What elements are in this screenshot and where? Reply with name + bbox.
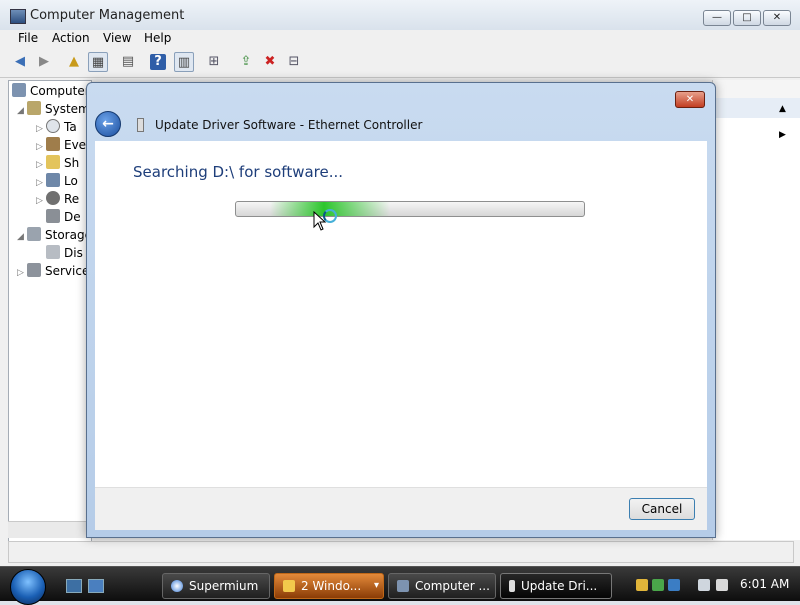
storage-icon [27, 227, 41, 241]
clock[interactable]: 6:01 AM [740, 577, 789, 591]
cancel-button[interactable]: Cancel [629, 498, 695, 520]
actions-pane-header [713, 80, 800, 99]
chevron-down-icon: ▾ [373, 580, 379, 591]
disable-device-icon[interactable]: ✖ [260, 52, 280, 72]
console-tree: Computer ◢ System ▷ Ta ▷ Eve ▷ Sh ▷ Lo ▷ Re De… [8, 80, 92, 542]
collapse-icon[interactable]: ◢ [17, 106, 27, 116]
update-driver-icon[interactable]: ⇪ [236, 52, 256, 72]
dialog-close-button[interactable]: ✕ [675, 91, 705, 108]
services-icon [27, 263, 41, 277]
maximize-button[interactable]: □ [733, 10, 761, 26]
tree-item-disk-management[interactable]: Dis [46, 245, 83, 260]
up-folder-icon[interactable]: ▲ [64, 52, 84, 72]
expand-icon[interactable]: ▷ [36, 178, 46, 188]
scan-hardware-icon[interactable]: ⊞ [204, 52, 224, 72]
expand-icon[interactable]: ▷ [36, 160, 46, 170]
dialog-body: Searching D:\ for software... [95, 141, 707, 487]
show-hide-action-pane-icon[interactable]: ▥ [174, 52, 194, 72]
collapse-icon[interactable]: ◢ [17, 232, 27, 242]
toolbar: ◀ ▶ ▲ ▦ ▤ ? ▥ ⊞ ⇪ ✖ ⊟ [0, 49, 800, 78]
back-arrow-icon[interactable]: ◀ [10, 52, 30, 72]
sync-icon[interactable] [652, 579, 664, 591]
tree-item-storage[interactable]: ◢ Storage [17, 227, 91, 242]
expand-icon[interactable]: ▷ [36, 124, 46, 134]
tree-item-reliability[interactable]: ▷ Re [36, 191, 79, 206]
close-button[interactable]: ✕ [763, 10, 791, 26]
actions-pane: ▲ ▶ [712, 80, 800, 540]
shared-folder-icon [46, 155, 60, 169]
minimize-button[interactable]: — [703, 10, 731, 26]
performance-icon [46, 191, 60, 205]
window-title: Computer Management [30, 8, 185, 23]
folder-icon [283, 580, 295, 592]
security-shield-icon[interactable] [636, 579, 648, 591]
back-button[interactable]: ← [95, 111, 121, 137]
menu-help[interactable]: Help [144, 31, 171, 45]
taskbar-button-windows-group[interactable]: 2 Windo... ▾ [274, 573, 384, 599]
users-icon [46, 173, 60, 187]
tree-item-shared-folders[interactable]: ▷ Sh [36, 155, 79, 170]
computer-management-icon [10, 9, 26, 24]
taskbar: Supermium 2 Windo... ▾ Computer ... Upda… [0, 566, 800, 605]
actions-pane-selected-row[interactable] [713, 98, 800, 118]
show-desktop-icon[interactable] [66, 579, 82, 593]
device-manager-icon [46, 209, 60, 223]
taskbar-button-supermium[interactable]: Supermium [162, 573, 270, 599]
menu-bar: File Action View Help [0, 30, 800, 48]
browser-icon [171, 580, 183, 592]
event-viewer-icon [46, 137, 60, 151]
tree-item-task-scheduler[interactable]: ▷ Ta [36, 119, 77, 134]
network-adapter-icon [137, 118, 144, 132]
help-icon[interactable]: ? [150, 54, 166, 70]
menu-action[interactable]: Action [52, 31, 90, 45]
network-adapter-icon [509, 580, 515, 592]
dialog-footer: Cancel [95, 487, 707, 530]
submenu-arrow-icon[interactable]: ▶ [779, 130, 786, 140]
computer-icon [12, 83, 26, 97]
network-status-icon[interactable] [668, 579, 680, 591]
show-hide-tree-icon[interactable]: ▦ [88, 52, 108, 72]
horizontal-scrollbar[interactable] [8, 521, 90, 538]
menu-view[interactable]: View [103, 31, 131, 45]
expand-icon[interactable]: ▷ [36, 196, 46, 206]
tree-item-computer[interactable]: Computer [12, 83, 90, 98]
search-status-text: Searching D:\ for software... [133, 163, 344, 181]
busy-spinner-icon [323, 209, 337, 223]
menu-file[interactable]: File [18, 31, 38, 45]
collapse-up-icon[interactable]: ▲ [779, 104, 786, 114]
taskbar-button-update-driver[interactable]: Update Dri... [500, 573, 612, 599]
tree-item-device-manager[interactable]: De [46, 209, 81, 224]
volume-muted-icon[interactable] [716, 579, 728, 591]
title-bar[interactable]: Computer Management — □ ✕ [0, 0, 800, 30]
tree-item-services[interactable]: ▷ Service [17, 263, 89, 278]
update-driver-dialog: ✕ ← Update Driver Software - Ethernet Co… [86, 82, 716, 538]
expand-icon[interactable]: ▷ [36, 142, 46, 152]
uninstall-device-icon[interactable]: ⊟ [284, 52, 304, 72]
clock-icon [46, 119, 60, 133]
tree-item-event-viewer[interactable]: ▷ Eve [36, 137, 86, 152]
tree-item-system-tools[interactable]: ◢ System [17, 101, 90, 116]
dialog-title: Update Driver Software - Ethernet Contro… [155, 118, 423, 132]
expand-icon[interactable]: ▷ [17, 268, 27, 278]
status-bar [8, 541, 794, 563]
switch-windows-icon[interactable] [88, 579, 104, 593]
tools-icon [27, 101, 41, 115]
tree-item-local-users[interactable]: ▷ Lo [36, 173, 78, 188]
progress-bar [235, 201, 585, 217]
properties-icon[interactable]: ▤ [118, 52, 138, 72]
disk-icon [46, 245, 60, 259]
computer-management-icon [397, 580, 409, 592]
network-disconnected-icon[interactable] [698, 579, 710, 591]
forward-arrow-icon[interactable]: ▶ [34, 52, 54, 72]
taskbar-button-computer-management[interactable]: Computer ... [388, 573, 496, 599]
